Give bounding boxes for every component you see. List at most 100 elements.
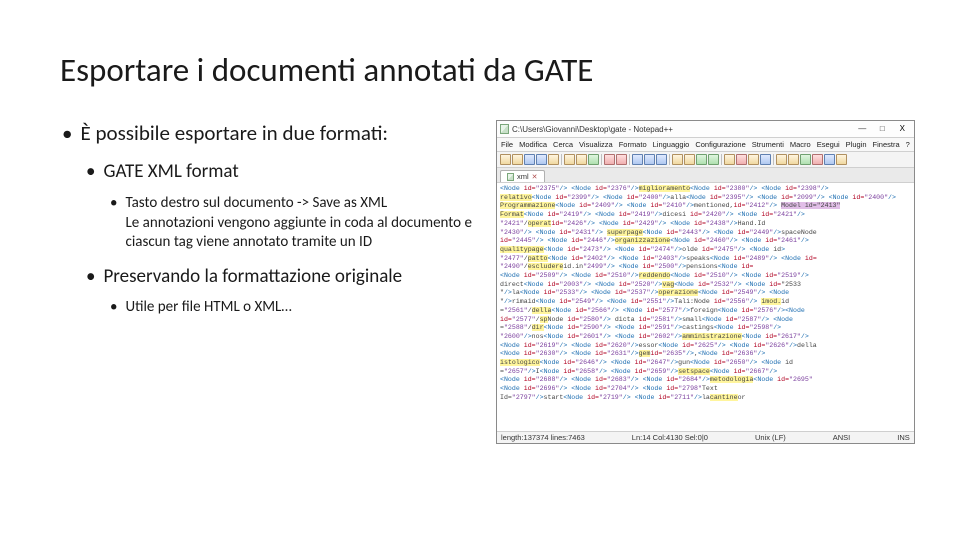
minimize-button[interactable]: —: [853, 123, 871, 135]
toolbar-icon[interactable]: [644, 154, 655, 165]
code-line: "2430"/> <Node id="2431"/> superpage<Nod…: [500, 229, 911, 238]
menu-item[interactable]: Plugin: [846, 140, 867, 149]
code-line: "/>la<Node id="2533"/> <Node id="2537"/>…: [500, 289, 911, 298]
menu-item[interactable]: Formato: [619, 140, 647, 149]
menu-item[interactable]: Configurazione: [695, 140, 745, 149]
tab-close-icon[interactable]: ✕: [532, 173, 538, 181]
toolbar-icon[interactable]: [512, 154, 523, 165]
menu-item[interactable]: Strumenti: [752, 140, 784, 149]
menu-item[interactable]: Esegui: [817, 140, 840, 149]
menu-item[interactable]: File: [501, 140, 513, 149]
window-title: C:\Users\Giovanni\Desktop\gate - Notepad…: [512, 125, 673, 134]
status-mode: INS: [897, 433, 910, 442]
toolbar-icon[interactable]: [536, 154, 547, 165]
bullet-level3: • Tasto destro sul documento -> Save as …: [110, 194, 480, 253]
bullet-marker: •: [110, 298, 117, 318]
close-button[interactable]: X: [893, 123, 911, 135]
menu-item[interactable]: Macro: [790, 140, 811, 149]
bullet-level1: • È possibile esportare in due formati:: [62, 120, 480, 146]
toolbar-icon[interactable]: [836, 154, 847, 165]
code-line: ="2561"/della<Node id="2566"/> <Node id=…: [500, 307, 911, 316]
toolbar-icon[interactable]: [684, 154, 695, 165]
code-line: "2490"/escludereid.in"2499"/> <Node id="…: [500, 263, 911, 272]
code-line: "2477"/patto<Node id="2402"/> <Node id="…: [500, 255, 911, 264]
bullet-text: GATE XML format: [103, 160, 480, 184]
code-line: id="2577"/spNode id="2580"/> dicta id="2…: [500, 316, 911, 325]
bullet-marker: •: [62, 120, 72, 146]
tab-label: xml: [517, 172, 529, 181]
code-line: "2421"/operatid="2426"/> <Node id="2429"…: [500, 220, 911, 229]
status-position: Ln:14 Col:4130 Sel:0|0: [632, 433, 708, 442]
slide-title: Esportare i documenti annotati da GATE: [60, 50, 900, 90]
menu-item[interactable]: Visualizza: [579, 140, 613, 149]
toolbar-icon[interactable]: [576, 154, 587, 165]
toolbar-icon[interactable]: [548, 154, 559, 165]
code-line: istologico<Node id="2646"/> <Node id="26…: [500, 359, 911, 368]
toolbar[interactable]: [497, 152, 914, 168]
bullet-text: È possibile esportare in due formati:: [80, 120, 480, 146]
toolbar-icon[interactable]: [736, 154, 747, 165]
code-line: direct<Node id="2003"/> <Node id="2520"/…: [500, 281, 911, 290]
toolbar-icon[interactable]: [824, 154, 835, 165]
code-line: <Node id="2509"/> <Node id="2510"/>redde…: [500, 272, 911, 281]
toolbar-icon[interactable]: [604, 154, 615, 165]
toolbar-icon[interactable]: [812, 154, 823, 165]
menu-bar[interactable]: File Modifica Cerca Visualizza Formato Lingua…: [497, 138, 914, 152]
menu-item[interactable]: Linguaggio: [653, 140, 690, 149]
bullet-marker: •: [110, 194, 117, 253]
toolbar-icon[interactable]: [760, 154, 771, 165]
bullet-marker: •: [86, 160, 95, 184]
status-encoding: ANSI: [833, 433, 851, 442]
file-icon: [507, 173, 514, 181]
toolbar-icon[interactable]: [564, 154, 575, 165]
toolbar-icon[interactable]: [656, 154, 667, 165]
status-eol: Unix (LF): [755, 433, 786, 442]
tab-bar: xml ✕: [497, 168, 914, 183]
toolbar-icon[interactable]: [788, 154, 799, 165]
maximize-button[interactable]: □: [873, 123, 891, 135]
bullet-level3: • Utile per file HTML o XML…: [110, 298, 480, 318]
toolbar-icon[interactable]: [724, 154, 735, 165]
code-line: relativo<Node id="2399"/> <Node id="2400…: [500, 194, 911, 203]
code-line: <Node id="2696"/> <Node id="2704"/> <Nod…: [500, 385, 911, 394]
toolbar-icon[interactable]: [800, 154, 811, 165]
bullet-level2: • GATE XML format: [86, 160, 480, 184]
notepadpp-window: C:\Users\Giovanni\Desktop\gate - Notepad…: [496, 120, 915, 444]
bullet-marker: •: [86, 265, 95, 289]
code-line: "2600"/>nos<Node id="2601"/> <Node id="2…: [500, 333, 911, 342]
bullet-level2: • Preservando la formattazione originale: [86, 265, 480, 289]
toolbar-icon[interactable]: [748, 154, 759, 165]
code-line: <Node id="2688"/> <Node id="2683"/> <Nod…: [500, 376, 911, 385]
app-icon: [500, 124, 509, 134]
code-line: id="2445"/> <Node id="2446"/>organizzazi…: [500, 237, 911, 246]
toolbar-icon[interactable]: [696, 154, 707, 165]
code-line: <Node id="2630"/> <Node id="2631"/>gemid…: [500, 350, 911, 359]
toolbar-icon[interactable]: [616, 154, 627, 165]
menu-item[interactable]: ?: [906, 140, 910, 149]
code-line: ="2588"/dir<Node id="2590"/> <Node id="2…: [500, 324, 911, 333]
status-length: length:137374 lines:7463: [501, 433, 585, 442]
window-titlebar: C:\Users\Giovanni\Desktop\gate - Notepad…: [497, 121, 914, 138]
toolbar-icon[interactable]: [672, 154, 683, 165]
menu-item[interactable]: Finestra: [873, 140, 900, 149]
code-line: <Node id="2375"/> <Node id="2376"/>migli…: [500, 185, 911, 194]
toolbar-icon[interactable]: [708, 154, 719, 165]
code-line: ="2657"/>I<Node id="2658"/> <Node id="26…: [500, 368, 911, 377]
code-line: Id="2797"/>start<Node id="2719"/> <Node …: [500, 394, 911, 403]
menu-item[interactable]: Cerca: [553, 140, 573, 149]
toolbar-icon[interactable]: [632, 154, 643, 165]
menu-item[interactable]: Modifica: [519, 140, 547, 149]
code-editor[interactable]: <Node id="2375"/> <Node id="2376"/>migli…: [497, 183, 914, 431]
code-line: <Node id="2619"/> <Node id="2620"/>essor…: [500, 342, 911, 351]
status-bar: length:137374 lines:7463 Ln:14 Col:4130 …: [497, 431, 914, 443]
toolbar-icon[interactable]: [500, 154, 511, 165]
toolbar-icon[interactable]: [776, 154, 787, 165]
code-line: Programmazione<Node id="2409"/> <Node id…: [500, 202, 911, 211]
code-line: "/>rimaid<Node id="2549"/> <Node id="255…: [500, 298, 911, 307]
bullet-text: Preservando la formattazione originale: [103, 265, 480, 289]
text-column: • È possibile esportare in due formati: …: [60, 120, 480, 510]
toolbar-icon[interactable]: [588, 154, 599, 165]
code-line: qualitypage<Node id="2473"/> <Node id="2…: [500, 246, 911, 255]
file-tab[interactable]: xml ✕: [500, 170, 545, 182]
toolbar-icon[interactable]: [524, 154, 535, 165]
